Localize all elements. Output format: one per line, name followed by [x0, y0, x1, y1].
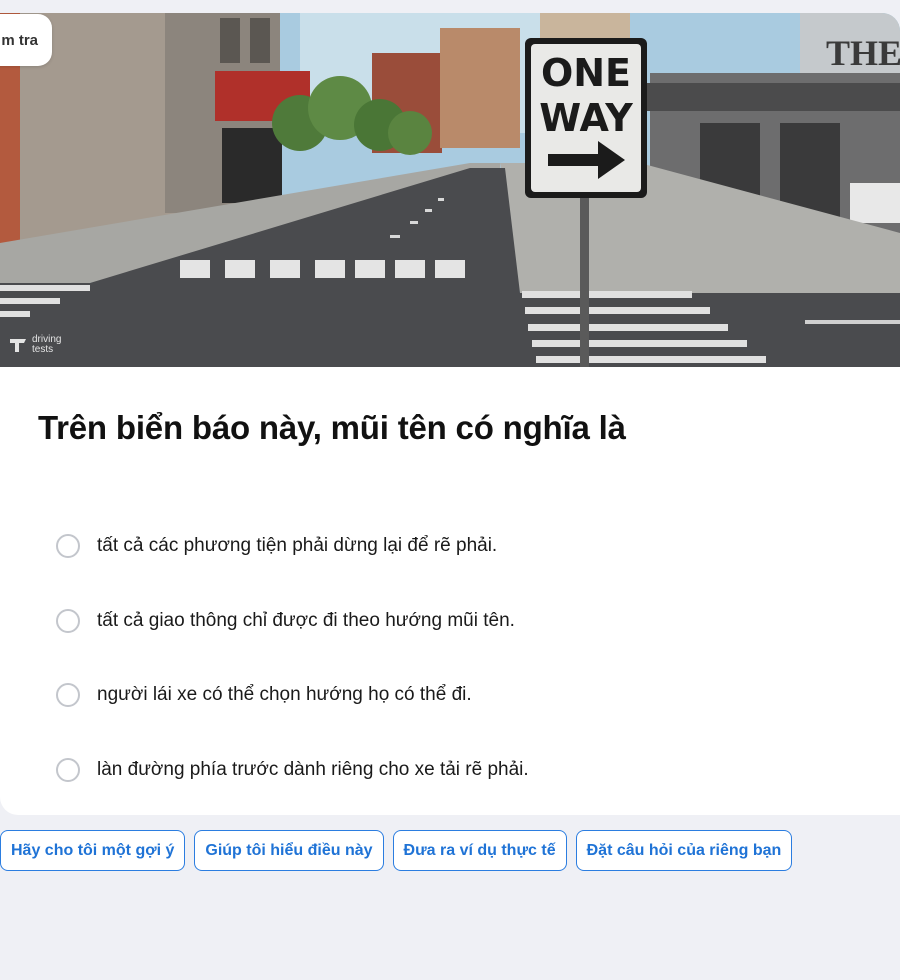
help-suggestions: Hãy cho tôi một gợi ý Giúp tôi hiểu điều…	[0, 830, 793, 871]
answer-option-label: tất cả các phương tiện phải dừng lại để …	[97, 535, 498, 557]
answer-option[interactable]: tất cả giao thông chỉ được đi theo hướng…	[56, 584, 529, 659]
radio-button[interactable]	[56, 683, 80, 708]
explain-button[interactable]: Giúp tôi hiểu điều này	[194, 830, 384, 871]
answer-option-label: người lái xe có thể chọn hướng họ có thể…	[97, 684, 472, 706]
answer-options: tất cả các phương tiện phải dừng lại để …	[56, 509, 529, 807]
question-card: THE ONE WAY m tra driving tests Trên biể…	[0, 13, 900, 815]
radio-button[interactable]	[56, 534, 80, 559]
driving-tests-logo-icon	[10, 339, 26, 352]
question-image: THE ONE WAY m tra driving tests	[0, 13, 900, 367]
quiz-tab-pill[interactable]: m tra	[0, 14, 52, 66]
answer-option[interactable]: làn đường phía trước dành riêng cho xe t…	[56, 733, 529, 808]
answer-option[interactable]: tất cả các phương tiện phải dừng lại để …	[56, 509, 529, 584]
hint-button[interactable]: Hãy cho tôi một gợi ý	[0, 830, 186, 871]
answer-option-label: làn đường phía trước dành riêng cho xe t…	[97, 758, 529, 780]
quiz-tab-label: m tra	[1, 31, 38, 49]
answer-option-label: tất cả giao thông chỉ được đi theo hướng…	[97, 609, 515, 631]
radio-button[interactable]	[56, 757, 80, 782]
watermark-line2: tests	[32, 344, 54, 355]
driving-tests-watermark: driving tests	[8, 335, 61, 355]
building-sign-text: THE	[826, 33, 900, 73]
ask-own-question-button[interactable]: Đặt câu hỏi của riêng bạn	[575, 830, 793, 871]
sign-text-way: WAY	[539, 96, 633, 140]
sign-text-one: ONE	[541, 51, 631, 95]
question-title: Trên biển báo này, mũi tên có nghĩa là	[38, 409, 626, 446]
radio-button[interactable]	[56, 608, 80, 633]
answer-option[interactable]: người lái xe có thể chọn hướng họ có thể…	[56, 658, 529, 733]
real-example-button[interactable]: Đưa ra ví dụ thực tế	[392, 830, 567, 871]
street-scene-illustration: THE ONE WAY	[0, 13, 900, 367]
